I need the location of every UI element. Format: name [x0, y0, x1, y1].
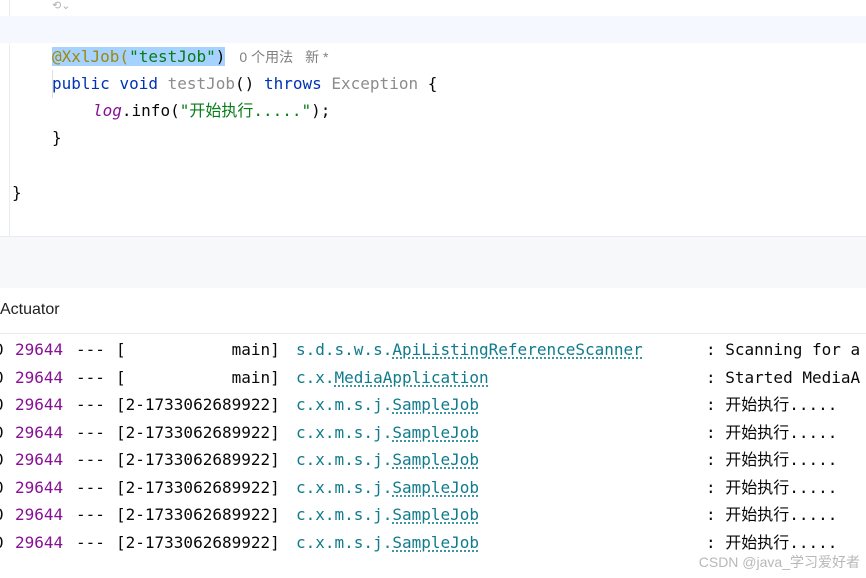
tool-window-header: Actuator: [0, 289, 866, 334]
code-editor[interactable]: ⟲⌄ @XxlJob("testJob") 0 个用法新 * public voi…: [0, 0, 866, 236]
log-separator: ---: [76, 450, 105, 469]
code-line-annotation[interactable]: @XxlJob("testJob") 0 个用法新 *: [0, 16, 866, 66]
log-logger-package: c.x.m.s.j.SampleJob: [296, 450, 480, 469]
close-class-brace: }: [12, 183, 22, 202]
log-thread: [ main]: [116, 340, 280, 359]
console-line: 0 29644 --- [2-1733062689922] c.x.m.s.j.Samp…: [0, 391, 866, 419]
log-level-tail: 0: [0, 474, 4, 501]
log-thread: [2-1733062689922]: [116, 532, 280, 552]
log-thread: [2-1733062689922]: [116, 395, 280, 414]
log-logger-class-link[interactable]: MediaApplication: [335, 368, 489, 387]
log-level-tail: 0: [0, 419, 4, 446]
console-output[interactable]: 0 29644 --- [ main] s.d.s.w.s.ApiListingRefe…: [0, 336, 866, 578]
log-logger-class-link[interactable]: SampleJob: [392, 478, 479, 497]
log-logger-package: c.x.MediaApplication: [296, 367, 489, 387]
log-logger-class-link[interactable]: SampleJob: [392, 533, 479, 552]
log-logger-class-link[interactable]: SampleJob: [392, 423, 479, 442]
log-logger-class-link[interactable]: SampleJob: [392, 395, 479, 414]
log-logger-package: c.x.m.s.j.SampleJob: [296, 422, 480, 442]
console-line: 0 29644 --- [ main] c.x.MediaApplication : St…: [0, 364, 866, 392]
close-method-brace: }: [52, 128, 62, 147]
log-separator: ---: [76, 477, 105, 497]
log-level-tail: 0: [0, 364, 4, 391]
watermark: CSDN @java_学习爱好者: [698, 554, 860, 570]
log-logger-package: c.x.m.s.j.SampleJob: [296, 532, 480, 552]
log-pid: 29644: [15, 505, 64, 524]
log-logger-package: c.x.m.s.j.SampleJob: [296, 477, 480, 497]
console-line: 0 29644 --- [2-1733062689922] c.x.m.s.j.Samp…: [0, 419, 866, 447]
log-pid: 29644: [15, 450, 64, 469]
log-logger-package: c.x.m.s.j.SampleJob: [296, 505, 480, 524]
log-message: : Started MediaA: [706, 367, 861, 387]
log-message: : 开始执行.....: [706, 422, 838, 442]
log-separator: ---: [76, 340, 105, 359]
log-separator: ---: [76, 395, 105, 414]
fold-chevron-icon[interactable]: ⟲⌄: [52, 0, 70, 12]
log-message: : 开始执行.....: [706, 477, 838, 497]
log-pid: 29644: [15, 532, 64, 552]
log-message: : Scanning for a: [706, 340, 861, 359]
log-thread: [2-1733062689922]: [116, 477, 280, 497]
log-message: : 开始执行.....: [706, 395, 838, 414]
log-level-tail: 0: [0, 336, 4, 363]
log-thread: [2-1733062689922]: [116, 422, 280, 442]
tool-window-title[interactable]: Actuator: [0, 301, 60, 319]
log-message: : 开始执行.....: [706, 505, 838, 524]
console-line: 0 29644 --- [2-1733062689922] c.x.m.s.j.Samp…: [0, 446, 866, 474]
log-separator: ---: [76, 532, 105, 552]
log-pid: 29644: [15, 395, 64, 414]
log-separator: ---: [76, 422, 105, 442]
log-message: : 开始执行.....: [706, 450, 838, 469]
log-logger-class-link[interactable]: SampleJob: [392, 505, 479, 524]
log-pid: 29644: [15, 422, 64, 442]
log-logger-class-link[interactable]: ApiListingReferenceScanner: [392, 340, 642, 359]
log-thread: [2-1733062689922]: [116, 505, 280, 524]
log-thread: [2-1733062689922]: [116, 450, 280, 469]
code-line-log[interactable]: log.info("开始执行.....");: [0, 70, 866, 120]
log-level-tail: 0: [0, 391, 4, 418]
console-line: 0 29644 --- [2-1733062689922] c.x.m.s.j.Samp…: [0, 501, 866, 529]
log-level-tail: 0: [0, 446, 4, 473]
log-separator: ---: [76, 367, 105, 387]
panel-splitter[interactable]: [0, 237, 866, 288]
log-logger-class-link[interactable]: SampleJob: [392, 450, 479, 469]
console-line: 0 29644 --- [ main] s.d.s.w.s.ApiListingRefe…: [0, 336, 866, 364]
log-level-tail: 0: [0, 501, 4, 528]
console-line: 0 29644 --- [2-1733062689922] c.x.m.s.j.Samp…: [0, 474, 866, 502]
log-pid: 29644: [15, 367, 64, 387]
log-logger-package: c.x.m.s.j.SampleJob: [296, 395, 480, 414]
log-pid: 29644: [15, 477, 64, 497]
log-level-tail: 0: [0, 529, 4, 556]
code-line-close-method[interactable]: }: [0, 97, 866, 147]
code-line-method-decl[interactable]: public void testJob() throws Exception {: [0, 43, 866, 93]
log-pid: 29644: [15, 340, 64, 359]
log-separator: ---: [76, 505, 105, 524]
log-logger-package: s.d.s.w.s.ApiListingReferenceScanner: [296, 340, 643, 359]
code-line-close-class[interactable]: }: [0, 152, 866, 202]
log-thread: [ main]: [116, 367, 280, 387]
